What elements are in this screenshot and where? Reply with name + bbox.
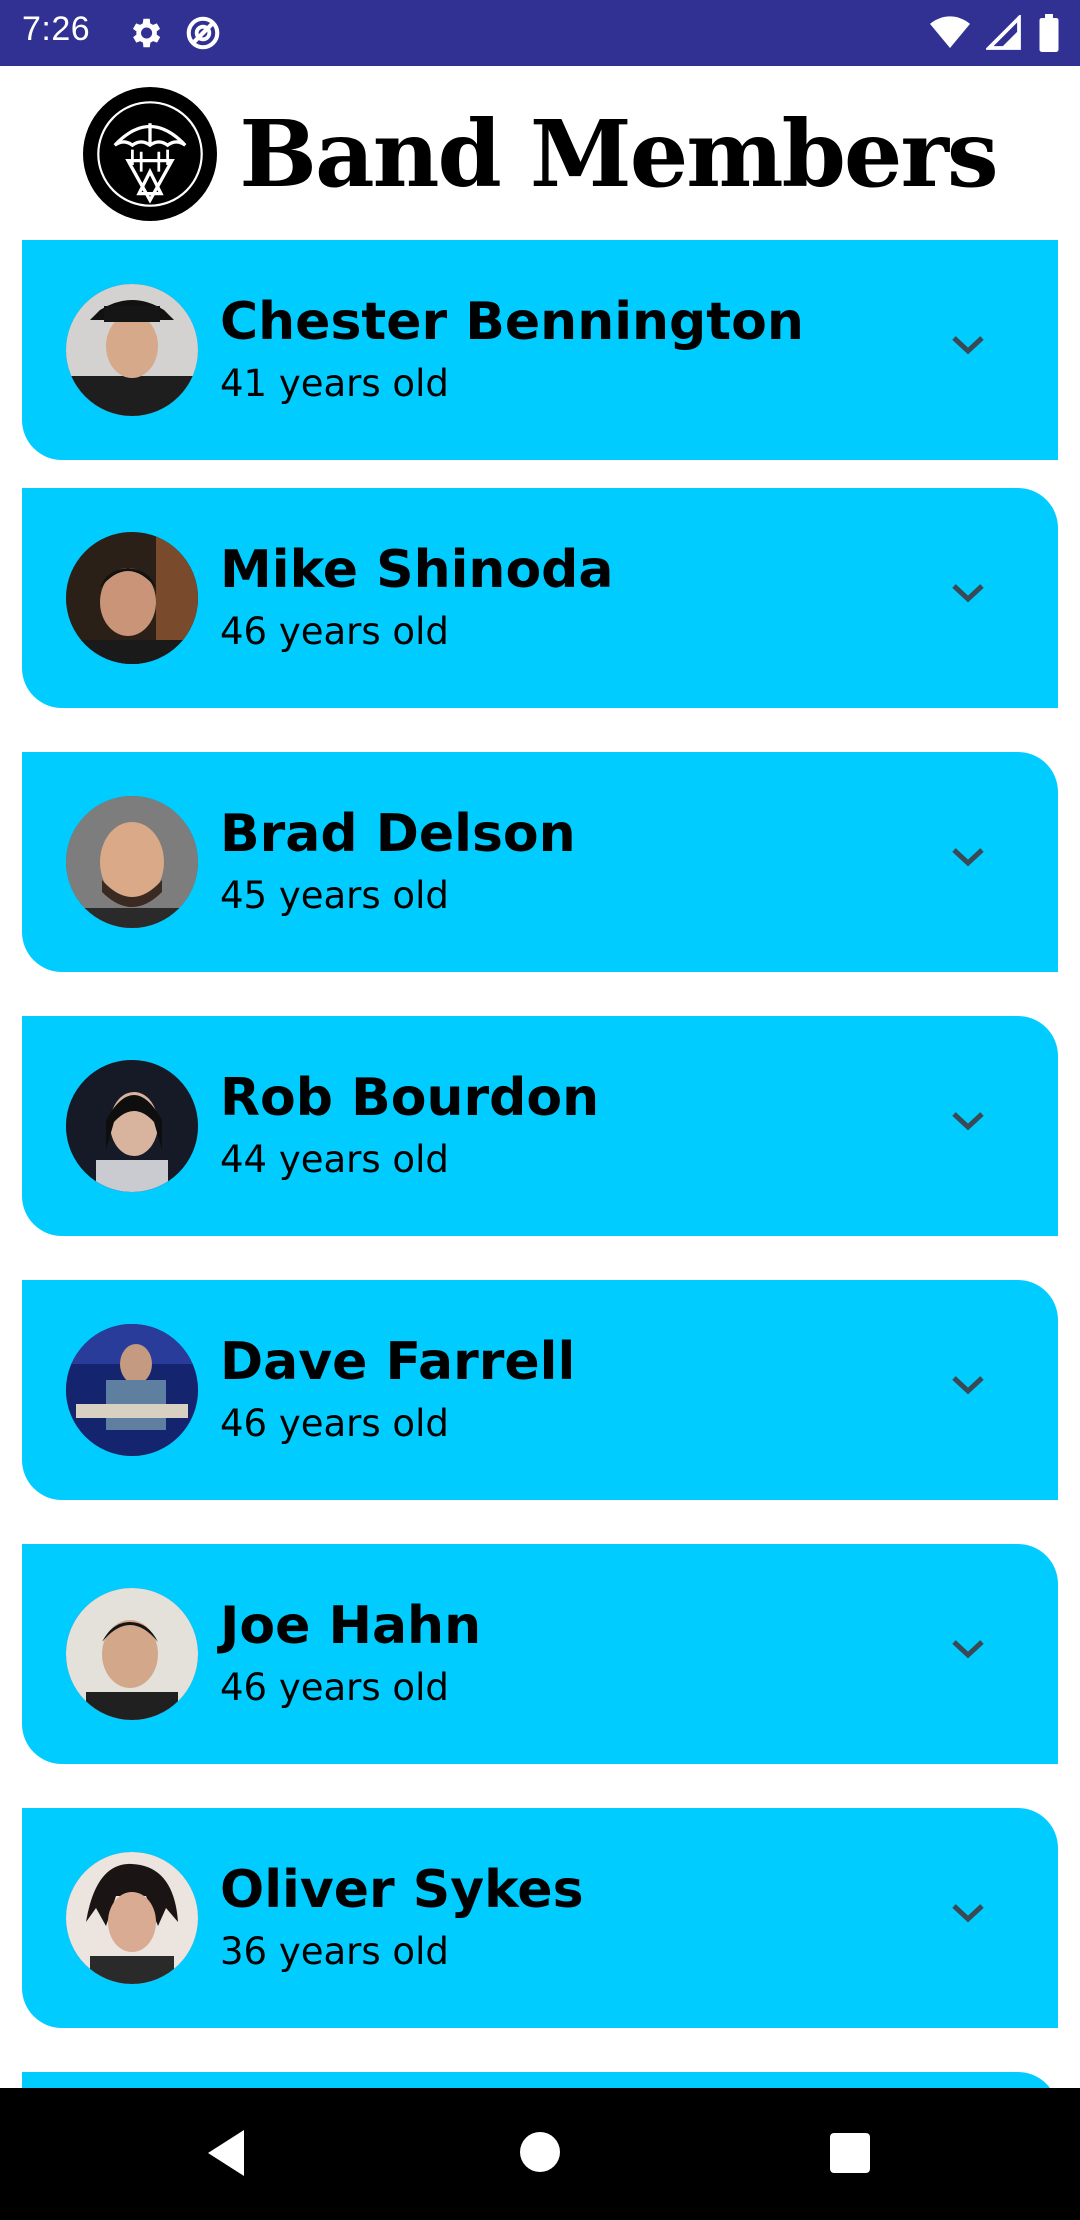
avatar [66, 1060, 198, 1192]
battery-icon [1038, 14, 1060, 52]
wifi-icon [930, 15, 970, 51]
avatar [66, 1588, 198, 1720]
member-age: 46 years old [220, 1402, 449, 1445]
chevron-down-icon[interactable] [948, 332, 988, 358]
member-card[interactable]: Oliver Sykes 36 years old [22, 1808, 1058, 2028]
member-age: 45 years old [220, 874, 449, 917]
avatar [66, 1324, 198, 1456]
app-header: Band Members [0, 66, 1080, 242]
member-list[interactable]: Chester Bennington 41 years old Mike Shi… [0, 240, 1080, 2088]
member-age: 44 years old [220, 1138, 449, 1181]
member-name: Brad Delson [220, 804, 576, 864]
member-card[interactable]: Rob Bourdon 44 years old [22, 1016, 1058, 1236]
chevron-down-icon[interactable] [948, 1636, 988, 1662]
member-age: 41 years old [220, 362, 449, 405]
member-age: 46 years old [220, 610, 449, 653]
chevron-down-icon[interactable] [948, 1900, 988, 1926]
member-name: Joe Hahn [220, 1596, 482, 1656]
umbrella-logo-icon [83, 87, 218, 221]
no-disturb-icon [184, 14, 222, 52]
chevron-down-icon[interactable] [948, 844, 988, 870]
avatar [66, 796, 198, 928]
member-name: Rob Bourdon [220, 1068, 600, 1128]
chevron-down-icon[interactable] [948, 1108, 988, 1134]
status-bar: 7:26 [0, 0, 1080, 66]
gear-icon [126, 14, 164, 52]
member-card[interactable]: Joe Hahn 46 years old [22, 1544, 1058, 1764]
member-name: Oliver Sykes [220, 1860, 584, 1920]
chevron-down-icon[interactable] [948, 1372, 988, 1398]
page-title: Band Members [239, 100, 998, 208]
avatar [66, 532, 198, 664]
signal-icon [986, 15, 1022, 51]
navigation-bar [0, 2088, 1080, 2220]
member-card[interactable]: Mike Shinoda 46 years old [22, 488, 1058, 708]
member-card-partial[interactable] [22, 2072, 1058, 2088]
member-card[interactable]: Dave Farrell 46 years old [22, 1280, 1058, 1500]
avatar [66, 1852, 198, 1984]
member-card[interactable]: Brad Delson 45 years old [22, 752, 1058, 972]
member-age: 36 years old [220, 1930, 449, 1973]
member-name: Chester Bennington [220, 292, 804, 352]
chevron-down-icon[interactable] [948, 580, 988, 606]
avatar [66, 284, 198, 416]
recents-icon[interactable] [829, 2132, 871, 2178]
member-name: Dave Farrell [220, 1332, 576, 1392]
member-age: 46 years old [220, 1666, 449, 1709]
member-card[interactable]: Chester Bennington 41 years old [22, 240, 1058, 460]
status-time: 7:26 [22, 10, 91, 48]
back-icon[interactable] [204, 2128, 248, 2182]
home-icon[interactable] [518, 2130, 562, 2178]
member-name: Mike Shinoda [220, 540, 614, 600]
